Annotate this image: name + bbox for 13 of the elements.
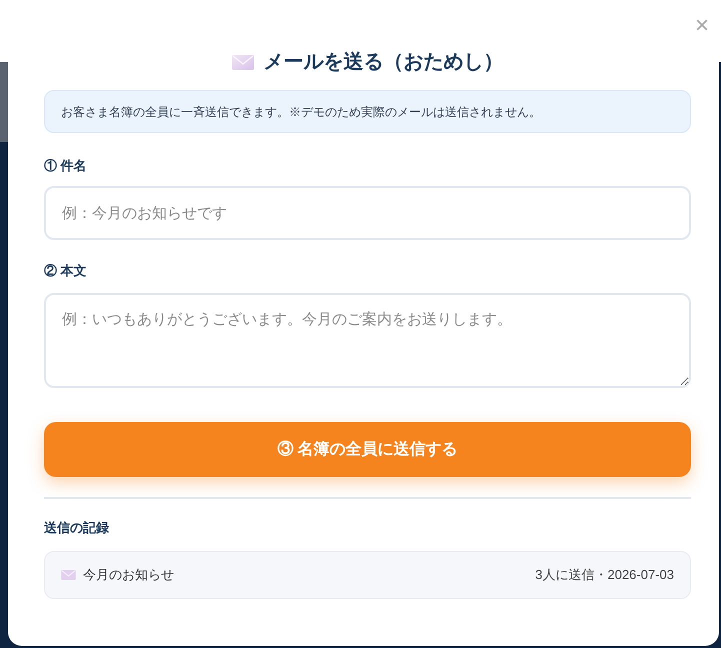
history-subject: 今月のお知らせ: [83, 566, 174, 584]
info-notice: お客さま名簿の全員に一斉送信できます。※デモのため実際のメールは送信されません。: [44, 90, 691, 133]
message-field[interactable]: 例：いつもありがとうございます。今月のご案内をお送りします。: [44, 293, 691, 388]
dialog-title: メールを送る（おためし）: [264, 50, 504, 75]
envelope-icon: [61, 570, 76, 580]
field-label: ① 件名: [44, 157, 88, 175]
close-button[interactable]: ×: [691, 12, 713, 40]
history-detail: 3人に送信・2026-07-03: [535, 566, 674, 584]
field-label: ② 本文: [44, 262, 88, 280]
envelope-icon: [232, 54, 254, 70]
history-heading: 送信の記録: [44, 519, 110, 537]
subject-field[interactable]: 例：今月のお知らせです: [44, 186, 691, 240]
send-all-button[interactable]: ③ 名簿の全員に送信する: [44, 422, 691, 477]
